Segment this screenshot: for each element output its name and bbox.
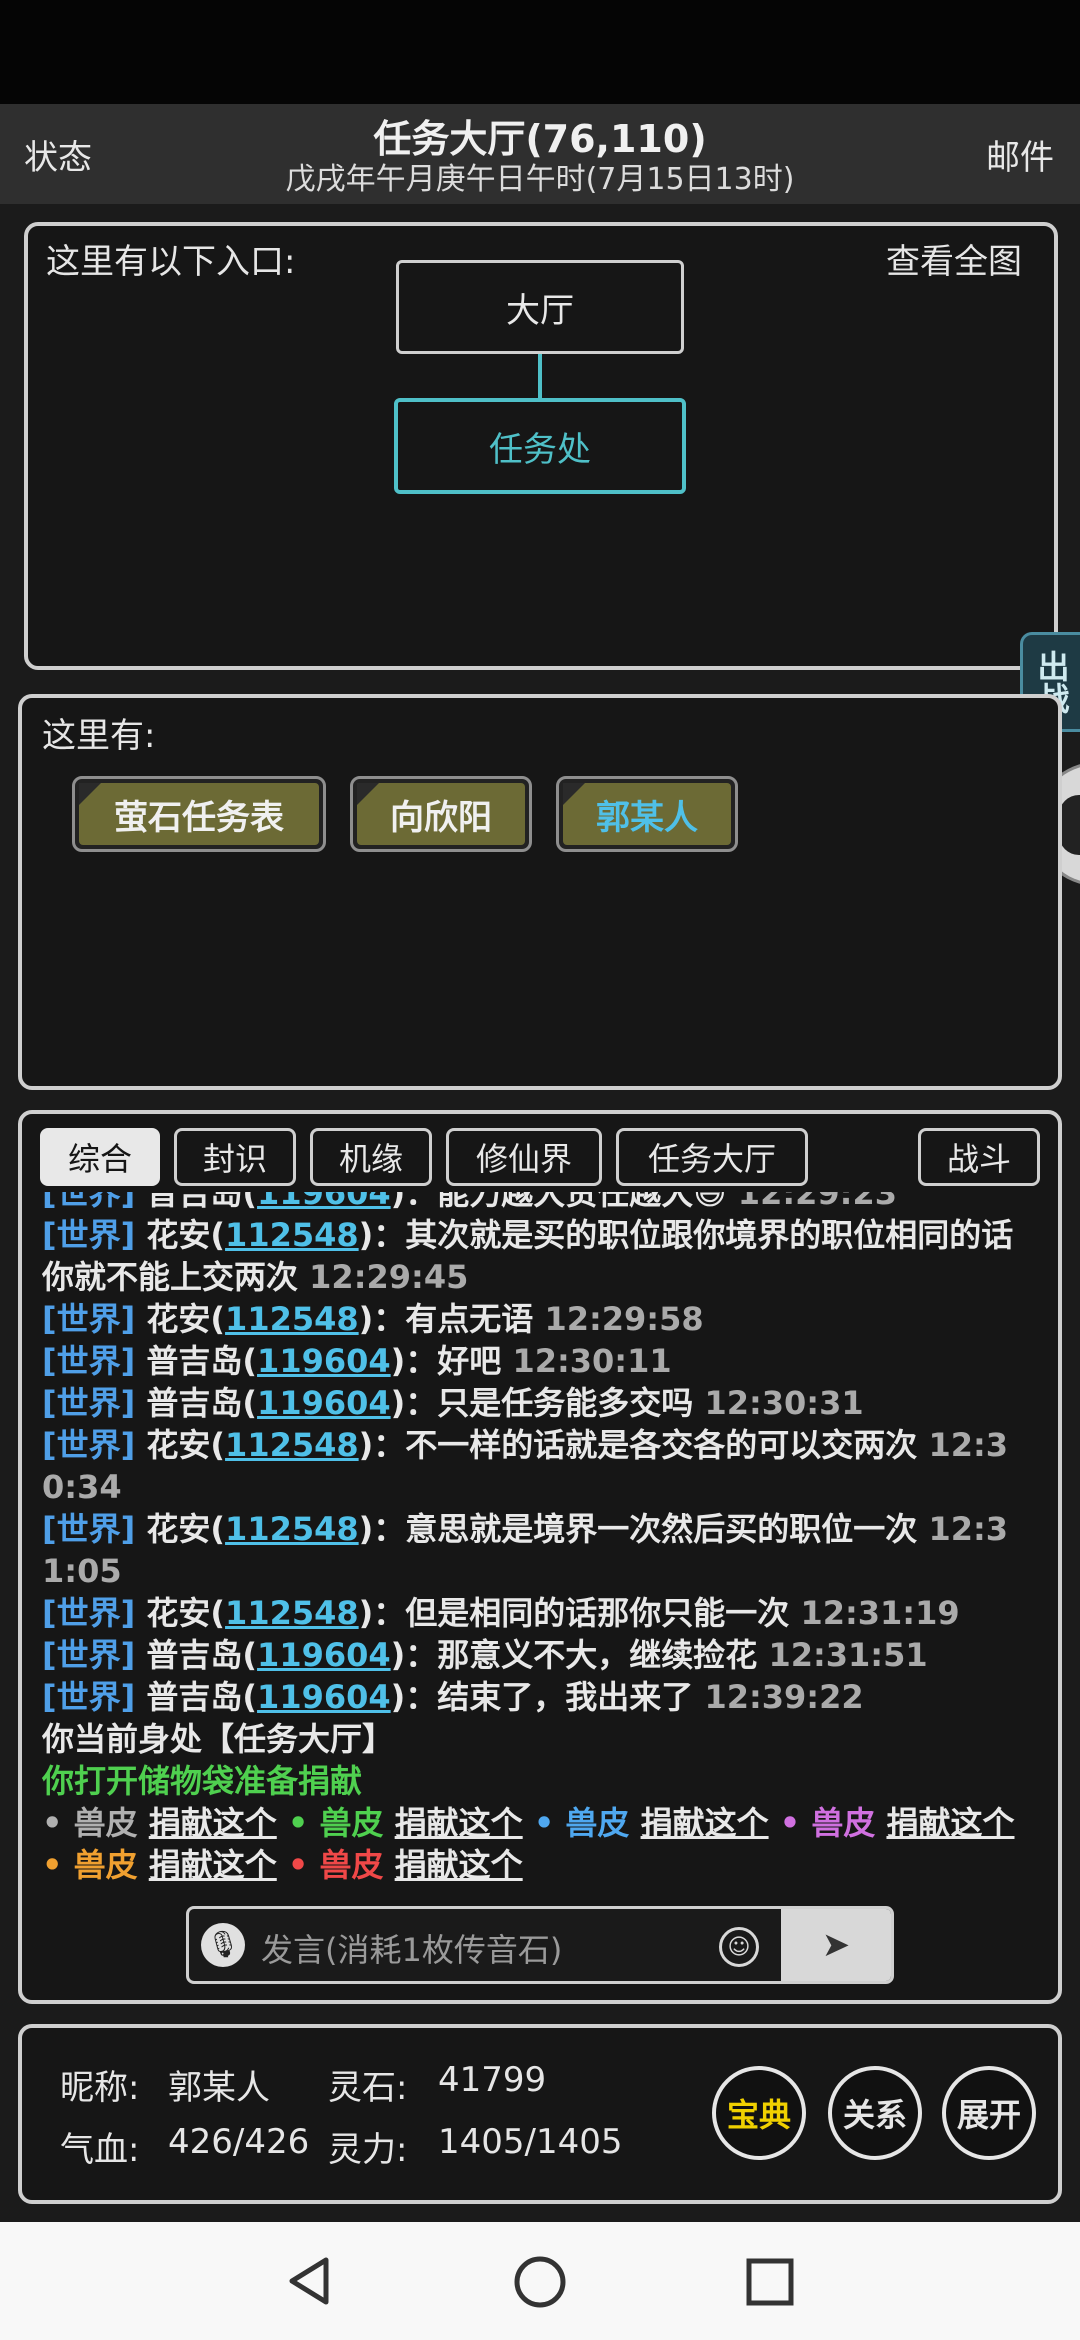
tab-cultivation-world[interactable]: 修仙界 (446, 1128, 602, 1186)
donate-item: • 兽皮 捐献这个 (287, 1804, 523, 1842)
cursor-icon: ➤ (821, 1925, 851, 1965)
nickname-value: 郭某人 (168, 2068, 270, 2108)
microphone-icon[interactable]: 🎙 (201, 1923, 245, 1967)
status-bar (0, 0, 1080, 104)
chat-message: [世界] 花安(112548)：有点无语 12:29:58 (42, 1300, 704, 1338)
map-connector (538, 354, 542, 400)
relation-button[interactable]: 关系 (828, 2066, 922, 2160)
present-panel (18, 694, 1062, 1090)
npc-button[interactable]: 向欣阳 (350, 776, 532, 852)
chat-message: [世界] 花安(112548)：其次就是买的职位跟你境界的职位相同的话你就不能上… (42, 1216, 1014, 1296)
hp-value: 426/426 (168, 2122, 310, 2162)
entrances-label: 这里有以下入口: (46, 242, 296, 282)
chat-message: [世界] 普吉岛(119604)：能力越大责任越大😅 12:29:23 (42, 1192, 897, 1212)
location-line: 你当前身处【任务大厅】 (42, 1720, 395, 1758)
donate-link[interactable]: 捐献这个 (886, 1804, 1014, 1842)
tab-opportunity[interactable]: 机缘 (310, 1128, 432, 1186)
view-full-map-button[interactable]: 查看全图 (886, 234, 1022, 283)
nickname-label: 昵称: (60, 2068, 140, 2108)
npc-button[interactable]: 郭某人 (556, 776, 738, 852)
tab-general[interactable]: 综合 (40, 1128, 160, 1186)
chat-message: [世界] 花安(112548)：意思就是境界一次然后买的职位一次 12:31:0… (42, 1510, 1009, 1590)
tab-battle[interactable]: 战斗 (918, 1128, 1040, 1186)
npc-name: 向欣阳 (357, 783, 525, 845)
bag-line: 你打开储物袋准备捐献 (42, 1762, 363, 1800)
donate-link[interactable]: 捐献这个 (395, 1846, 523, 1884)
mp-label: 灵力: (328, 2130, 408, 2170)
map-node-hall[interactable]: 大厅 (396, 260, 684, 354)
donate-item: • 兽皮 捐献这个 (533, 1804, 769, 1842)
donate-items: • 兽皮 捐献这个 • 兽皮 捐献这个 • 兽皮 捐献这个 • 兽皮 捐献这个 … (42, 1802, 1042, 1886)
donate-link[interactable]: 捐献这个 (149, 1804, 277, 1842)
mp-value: 1405/1405 (438, 2122, 623, 2162)
chat-input[interactable]: 发言(消耗1枚传音石) (261, 1925, 562, 1971)
back-icon[interactable] (282, 2254, 336, 2308)
chat-message: [世界] 普吉岛(119604)：那意义不大，继续捡花 12:31:51 (42, 1636, 928, 1674)
expand-button[interactable]: 展开 (942, 2066, 1036, 2160)
spirit-stone-value: 41799 (438, 2060, 547, 2100)
chat-message: [世界] 普吉岛(119604)：好吧 12:30:11 (42, 1342, 672, 1380)
chat-message: [世界] 花安(112548)：但是相同的话那你只能一次 12:31:19 (42, 1594, 960, 1632)
chat-log[interactable]: [世界] 普吉岛(119604)：能力越大责任越大😅 12:29:23 [世界]… (42, 1192, 1042, 1892)
home-icon[interactable] (512, 2254, 568, 2310)
game-date: 戊戌年午月庚午日午时(7月15日13时) (285, 162, 795, 197)
recents-icon[interactable] (744, 2256, 796, 2308)
donate-link[interactable]: 捐献这个 (149, 1846, 277, 1884)
npc-button[interactable]: 萤石任务表 (72, 776, 326, 852)
treasure-book-button[interactable]: 宝典 (712, 2066, 806, 2160)
chat-input-box[interactable]: 🎙 发言(消耗1枚传音石) ☺ ➤ (186, 1906, 894, 1984)
hp-label: 气血: (60, 2130, 140, 2170)
npc-name: 郭某人 (563, 783, 731, 845)
chat-message: [世界] 花安(112548)：不一样的话就是各交各的可以交两次 12:30:3… (42, 1426, 1009, 1506)
donate-item: • 兽皮 捐献这个 (42, 1804, 277, 1842)
emoji-icon[interactable]: ☺ (719, 1927, 759, 1967)
map-node-current[interactable]: 任务处 (394, 398, 686, 494)
donate-item: • 兽皮 捐献这个 (779, 1804, 1015, 1842)
chat-message: [世界] 普吉岛(119604)：只是任务能多交吗 12:30:31 (42, 1384, 864, 1422)
donate-item: • 兽皮 捐献这个 (287, 1846, 523, 1884)
present-label: 这里有: (42, 716, 156, 756)
chat-message: [世界] 普吉岛(119604)：结束了，我出来了 12:39:22 (42, 1678, 864, 1716)
donate-link[interactable]: 捐献这个 (395, 1804, 523, 1842)
mail-button[interactable]: 邮件 (986, 130, 1054, 179)
avatar-icon (1059, 795, 1080, 855)
tab-fengshi[interactable]: 封识 (174, 1128, 296, 1186)
spirit-stone-label: 灵石: (328, 2068, 408, 2108)
donate-link[interactable]: 捐献这个 (641, 1804, 769, 1842)
send-button[interactable]: ➤ (781, 1909, 891, 1981)
donate-item: • 兽皮 捐献这个 (42, 1846, 277, 1884)
tab-task-hall[interactable]: 任务大厅 (616, 1128, 808, 1186)
npc-name: 萤石任务表 (79, 783, 319, 845)
